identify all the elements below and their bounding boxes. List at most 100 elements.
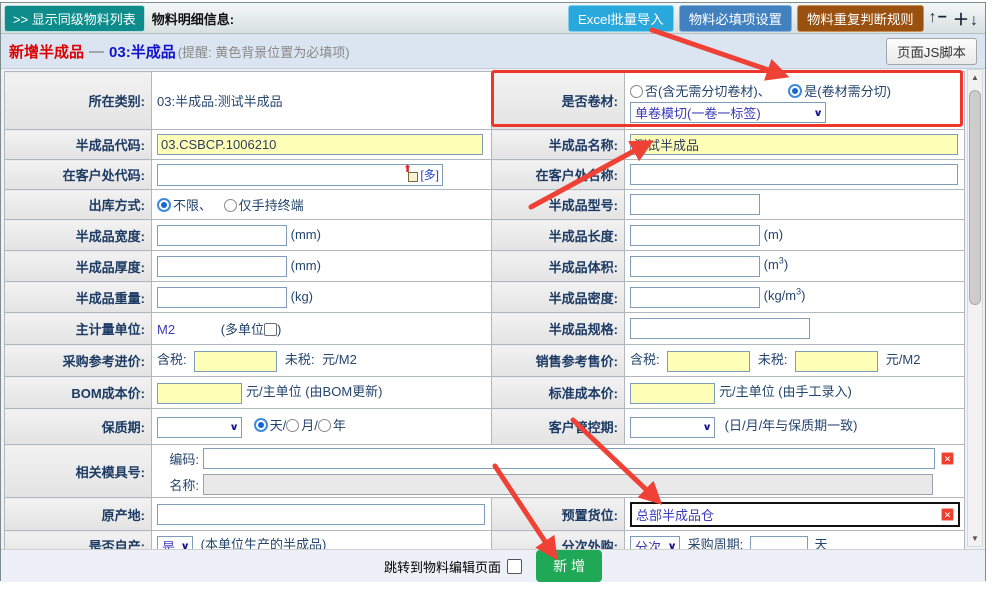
preset-location-input[interactable]: 总部半成品仓 ✕ <box>630 502 960 527</box>
purchase-cycle-input[interactable] <box>750 536 808 549</box>
roll-cut-mode-select[interactable]: 单卷模切(一卷一标签)∨ <box>630 102 826 123</box>
multi-unit-checkbox[interactable] <box>264 323 277 336</box>
jump-to-edit-checkbox[interactable] <box>507 559 522 574</box>
label-batch-purchase: 分次外购: <box>492 531 625 550</box>
mold-name-input[interactable] <box>203 474 933 495</box>
length-input[interactable] <box>630 225 760 246</box>
chevron-down-icon: ∨ <box>813 107 823 118</box>
sale-tax-input[interactable] <box>667 351 750 372</box>
label-mold: 相关模具号: <box>5 445 152 498</box>
label-is-roll: 是否卷材: <box>492 72 625 130</box>
label-outbound: 出库方式: <box>5 190 152 220</box>
control-period-suffix: (日/月/年与保质期一致) <box>725 418 858 433</box>
page-title: 新增半成品 <box>9 41 84 62</box>
multi-unit-label-close: ) <box>277 322 281 337</box>
purchase-tax-label: 含税: <box>157 352 187 367</box>
label-customer-name: 在客户处名称: <box>492 160 625 190</box>
volume-input[interactable] <box>630 256 760 277</box>
outbound-unlimited-radio[interactable] <box>157 198 171 212</box>
batch-purchase-select[interactable]: 分次∨ <box>630 536 680 549</box>
top-toolbar: >> 显示同级物料列表 物料明细信息: Excel批量导入 物料必填项设置 物料… <box>1 3 985 34</box>
shelf-life-select[interactable]: ∨ <box>157 417 242 438</box>
sale-notax-label: 未税: <box>758 352 788 367</box>
label-customer-code: 在客户处代码: <box>5 160 152 190</box>
scroll-down-icon[interactable]: ▼ <box>968 531 982 546</box>
sale-unit: 元/M2 <box>886 352 921 367</box>
multi-select-icon[interactable]: [多] <box>420 166 439 183</box>
outbound-unlimited-label: 不限、 <box>173 198 212 213</box>
duplicate-rule-button[interactable]: 物料重复判断规则 <box>797 5 924 32</box>
label-volume: 半成品体积: <box>492 251 625 282</box>
close-icon[interactable]: ✕ <box>941 452 954 465</box>
label-self-produced: 是否自产: <box>5 531 152 550</box>
required-hint: (提醒: 黄色背景位置为必填项) <box>178 42 350 61</box>
jump-to-edit-label: 跳转到物料编辑页面 <box>384 557 501 576</box>
customer-name-input[interactable] <box>630 164 958 185</box>
roll-yes-radio[interactable] <box>788 84 802 98</box>
density-input[interactable] <box>630 287 760 308</box>
roll-no-radio[interactable] <box>630 85 643 98</box>
std-cost-input[interactable] <box>630 383 715 404</box>
thickness-input[interactable] <box>157 256 287 277</box>
collapse-up-icon[interactable]: ↑− <box>929 9 948 27</box>
material-detail-window: >> 显示同级物料列表 物料明细信息: Excel批量导入 物料必填项设置 物料… <box>0 2 986 581</box>
excel-import-button[interactable]: Excel批量导入 <box>568 5 674 32</box>
form-footer: 跳转到物料编辑页面 新 增 <box>1 549 985 582</box>
outbound-handheld-radio[interactable] <box>224 199 237 212</box>
label-model: 半成品型号: <box>492 190 625 220</box>
std-cost-suffix: 元/主单位 (由手工录入) <box>719 384 852 399</box>
label-preset-location: 预置货位: <box>492 498 625 531</box>
label-width: 半成品宽度: <box>5 220 152 251</box>
label-shelf-life: 保质期: <box>5 409 152 445</box>
roll-no-label: 否(含无需分切卷材)、 <box>645 84 771 99</box>
label-code: 半成品代码: <box>5 130 152 160</box>
code-input[interactable] <box>157 134 483 155</box>
add-button[interactable]: 新 增 <box>536 550 602 582</box>
mold-name-label: 名称: <box>157 475 199 494</box>
length-unit: (m) <box>764 226 784 241</box>
width-input[interactable] <box>157 225 287 246</box>
roll-yes-label: 是(卷材需分切) <box>804 84 891 99</box>
purchase-tax-input[interactable] <box>194 351 277 372</box>
origin-input[interactable] <box>157 504 485 525</box>
close-icon[interactable]: ✕ <box>941 508 954 521</box>
main-unit-value[interactable]: M2 <box>157 322 175 337</box>
self-produced-select[interactable]: 是∨ <box>157 536 193 549</box>
mold-code-input[interactable] <box>203 448 935 469</box>
label-origin: 原产地: <box>5 498 152 531</box>
purchase-notax-label: 未税: <box>285 352 315 367</box>
label-bom-cost: BOM成本价: <box>5 377 152 409</box>
material-detail-page: >> 显示同级物料列表 物料明细信息: Excel批量导入 物料必填项设置 物料… <box>0 0 1000 591</box>
width-unit: (mm) <box>291 226 321 241</box>
expand-down-icon[interactable]: ＋↓ <box>953 6 979 30</box>
shelf-year-radio[interactable] <box>318 419 331 432</box>
sale-notax-input[interactable] <box>795 351 878 372</box>
spec-input[interactable] <box>630 318 810 339</box>
vertical-scrollbar[interactable]: ▲ ▼ <box>967 69 983 547</box>
name-input[interactable] <box>630 134 958 155</box>
scrollbar-thumb[interactable] <box>969 90 981 305</box>
required-field-settings-button[interactable]: 物料必填项设置 <box>679 5 792 32</box>
shelf-day-radio[interactable] <box>254 418 268 432</box>
bom-cost-input[interactable] <box>157 383 242 404</box>
label-category: 所在类别: <box>5 72 152 130</box>
purchase-unit: 元/M2 <box>322 352 357 367</box>
multi-unit-label: (多单位 <box>221 322 264 337</box>
scroll-up-icon[interactable]: ▲ <box>968 70 982 85</box>
bom-cost-suffix: 元/主单位 (由BOM更新) <box>246 384 383 399</box>
chevron-down-icon: ∨ <box>702 421 712 432</box>
show-sibling-list-button[interactable]: >> 显示同级物料列表 <box>4 5 145 32</box>
toolbar-buttons: Excel批量导入 物料必填项设置 物料重复判断规则 ↑− ＋↓ <box>568 5 979 32</box>
label-purchase-price: 采购参考进价: <box>5 345 152 377</box>
model-input[interactable] <box>630 194 760 215</box>
control-period-select[interactable]: ∨ <box>630 417 715 438</box>
label-control-period: 客户管控期: <box>492 409 625 445</box>
weight-unit: (kg) <box>291 288 313 303</box>
weight-input[interactable] <box>157 287 287 308</box>
self-produced-suffix: (本单位生产的半成品) <box>201 537 327 549</box>
import-icon[interactable]: ⬆ <box>404 168 418 182</box>
shelf-month-radio[interactable] <box>286 419 299 432</box>
customer-code-input[interactable]: ⬆ [多] <box>157 164 443 186</box>
page-js-script-button[interactable]: 页面JS脚本 <box>886 38 977 65</box>
shelf-month-label: 月/ <box>301 418 318 433</box>
